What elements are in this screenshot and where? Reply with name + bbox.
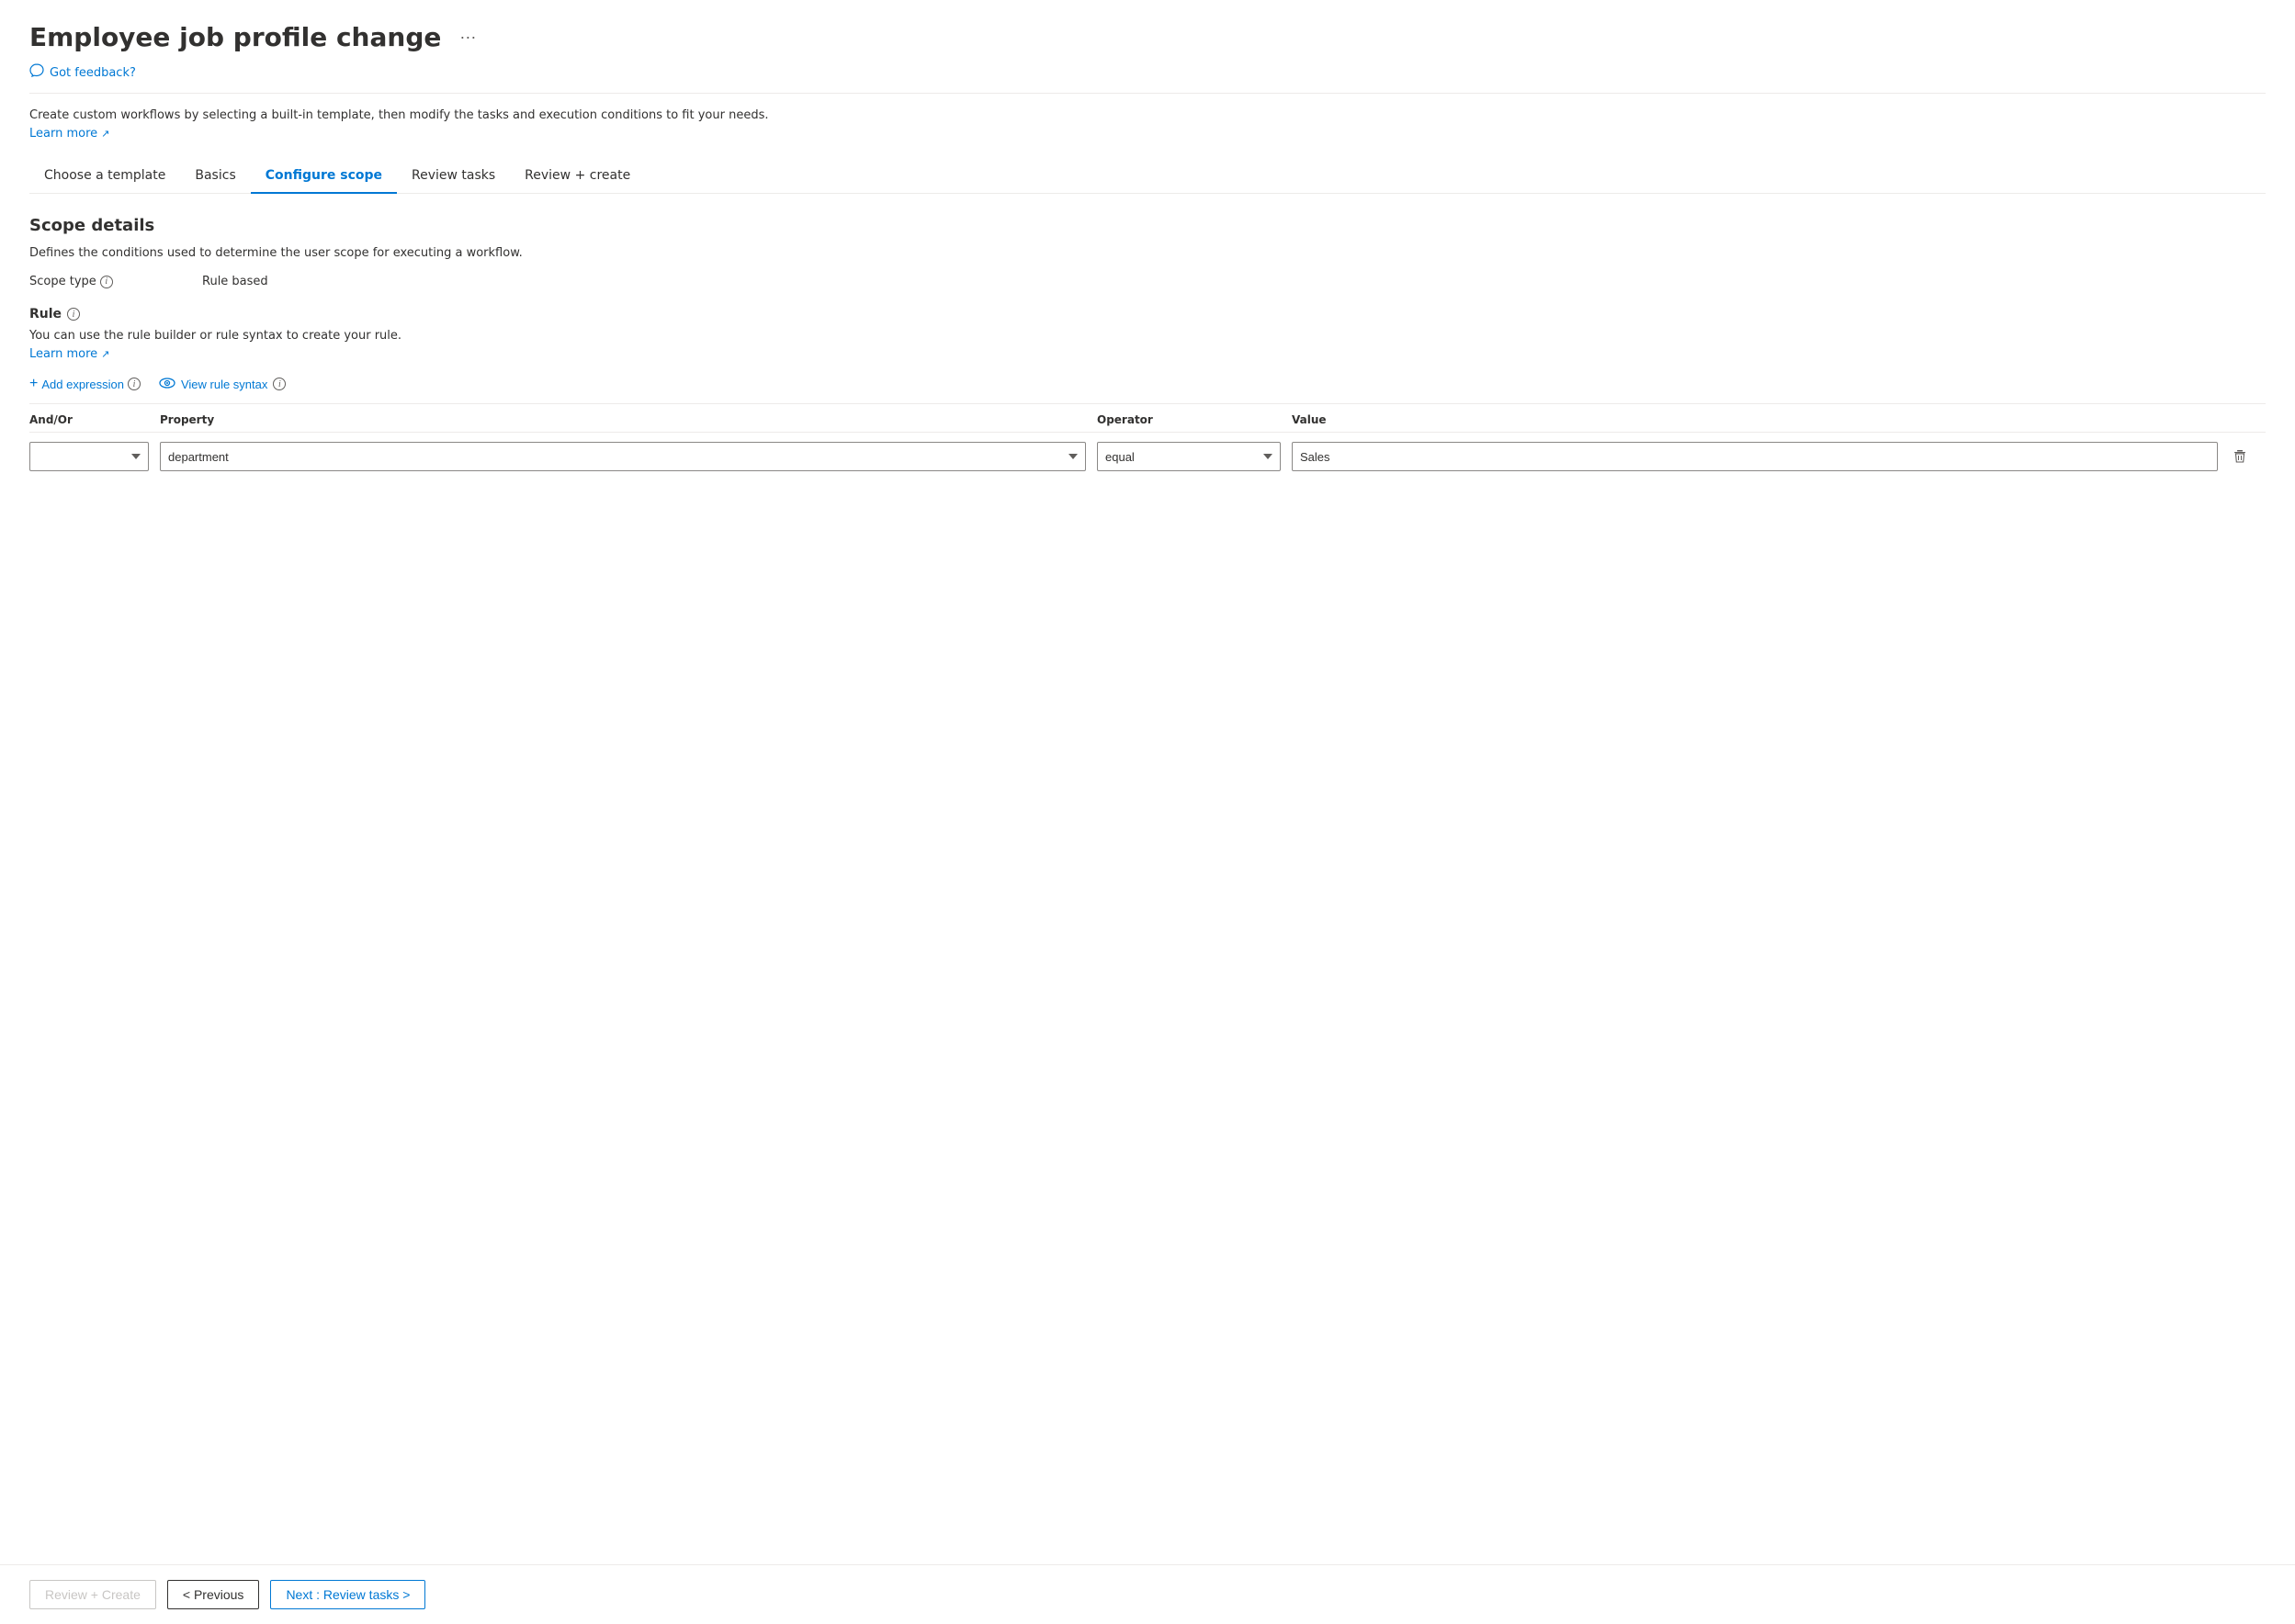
- scope-type-info-icon[interactable]: i: [100, 276, 113, 288]
- rule-description: You can use the rule builder or rule syn…: [29, 329, 2266, 343]
- operator-select[interactable]: equal notEqual contains startsWith: [1097, 442, 1281, 471]
- value-cell: [1292, 442, 2218, 471]
- feedback-icon: [29, 63, 44, 82]
- previous-button[interactable]: < Previous: [167, 1580, 260, 1609]
- expression-toolbar: + Add expression i View rule syntax i: [29, 376, 2266, 404]
- ellipsis-menu-button[interactable]: ···: [452, 24, 483, 51]
- col-header-property: Property: [160, 413, 1086, 426]
- rule-header: Rule i: [29, 307, 2266, 321]
- view-rule-syntax-button[interactable]: View rule syntax i: [159, 378, 286, 391]
- col-header-actions: [2229, 413, 2266, 426]
- table-header: And/Or Property Operator Value: [29, 404, 2266, 433]
- value-input[interactable]: [1292, 442, 2218, 471]
- col-header-operator: Operator: [1097, 413, 1281, 426]
- rule-external-link-icon: ↗: [101, 348, 109, 360]
- page-title: Employee job profile change: [29, 22, 441, 52]
- trash-icon: [2233, 449, 2247, 464]
- tab-review-create[interactable]: Review + create: [510, 159, 645, 194]
- scope-description: Defines the conditions used to determine…: [29, 246, 2266, 260]
- rule-learn-more-link[interactable]: Learn more ↗: [29, 347, 109, 361]
- feedback-link[interactable]: Got feedback?: [29, 63, 2266, 82]
- and-or-select[interactable]: And Or: [29, 442, 149, 471]
- eye-icon: [159, 378, 175, 391]
- review-create-button: Review + Create: [29, 1580, 156, 1609]
- footer: Review + Create < Previous Next : Review…: [0, 1564, 2295, 1624]
- delete-row-button[interactable]: [2229, 445, 2251, 468]
- plus-icon: +: [29, 376, 38, 392]
- view-syntax-info-icon[interactable]: i: [273, 378, 286, 390]
- col-header-value: Value: [1292, 413, 2218, 426]
- next-button[interactable]: Next : Review tasks >: [270, 1580, 425, 1609]
- scope-type-row: Scope type i Rule based: [29, 275, 2266, 288]
- tabs-row: Choose a template Basics Configure scope…: [29, 159, 2266, 194]
- and-or-cell: And Or: [29, 442, 149, 471]
- add-expression-info-icon[interactable]: i: [128, 378, 141, 390]
- tab-choose-template[interactable]: Choose a template: [29, 159, 180, 194]
- rule-info-icon[interactable]: i: [67, 308, 80, 321]
- scope-type-value: Rule based: [202, 275, 268, 288]
- property-select[interactable]: department jobTitle city country: [160, 442, 1086, 471]
- feedback-label: Got feedback?: [50, 66, 136, 80]
- col-header-and-or: And/Or: [29, 413, 149, 426]
- top-learn-more-link[interactable]: Learn more ↗: [29, 127, 109, 141]
- property-cell: department jobTitle city country: [160, 442, 1086, 471]
- header-divider: [29, 93, 2266, 94]
- delete-cell: [2229, 445, 2266, 468]
- scope-type-label: Scope type i: [29, 275, 140, 288]
- scope-section-title: Scope details: [29, 216, 2266, 235]
- page-description: Create custom workflows by selecting a b…: [29, 108, 2266, 122]
- expression-row: And Or department jobTitle city country …: [29, 433, 2266, 480]
- add-expression-button[interactable]: + Add expression i: [29, 376, 141, 392]
- tab-configure-scope[interactable]: Configure scope: [251, 159, 397, 194]
- tab-basics[interactable]: Basics: [180, 159, 250, 194]
- rule-title: Rule: [29, 307, 62, 321]
- operator-cell: equal notEqual contains startsWith: [1097, 442, 1281, 471]
- external-link-icon: ↗: [101, 128, 109, 140]
- tab-review-tasks[interactable]: Review tasks: [397, 159, 510, 194]
